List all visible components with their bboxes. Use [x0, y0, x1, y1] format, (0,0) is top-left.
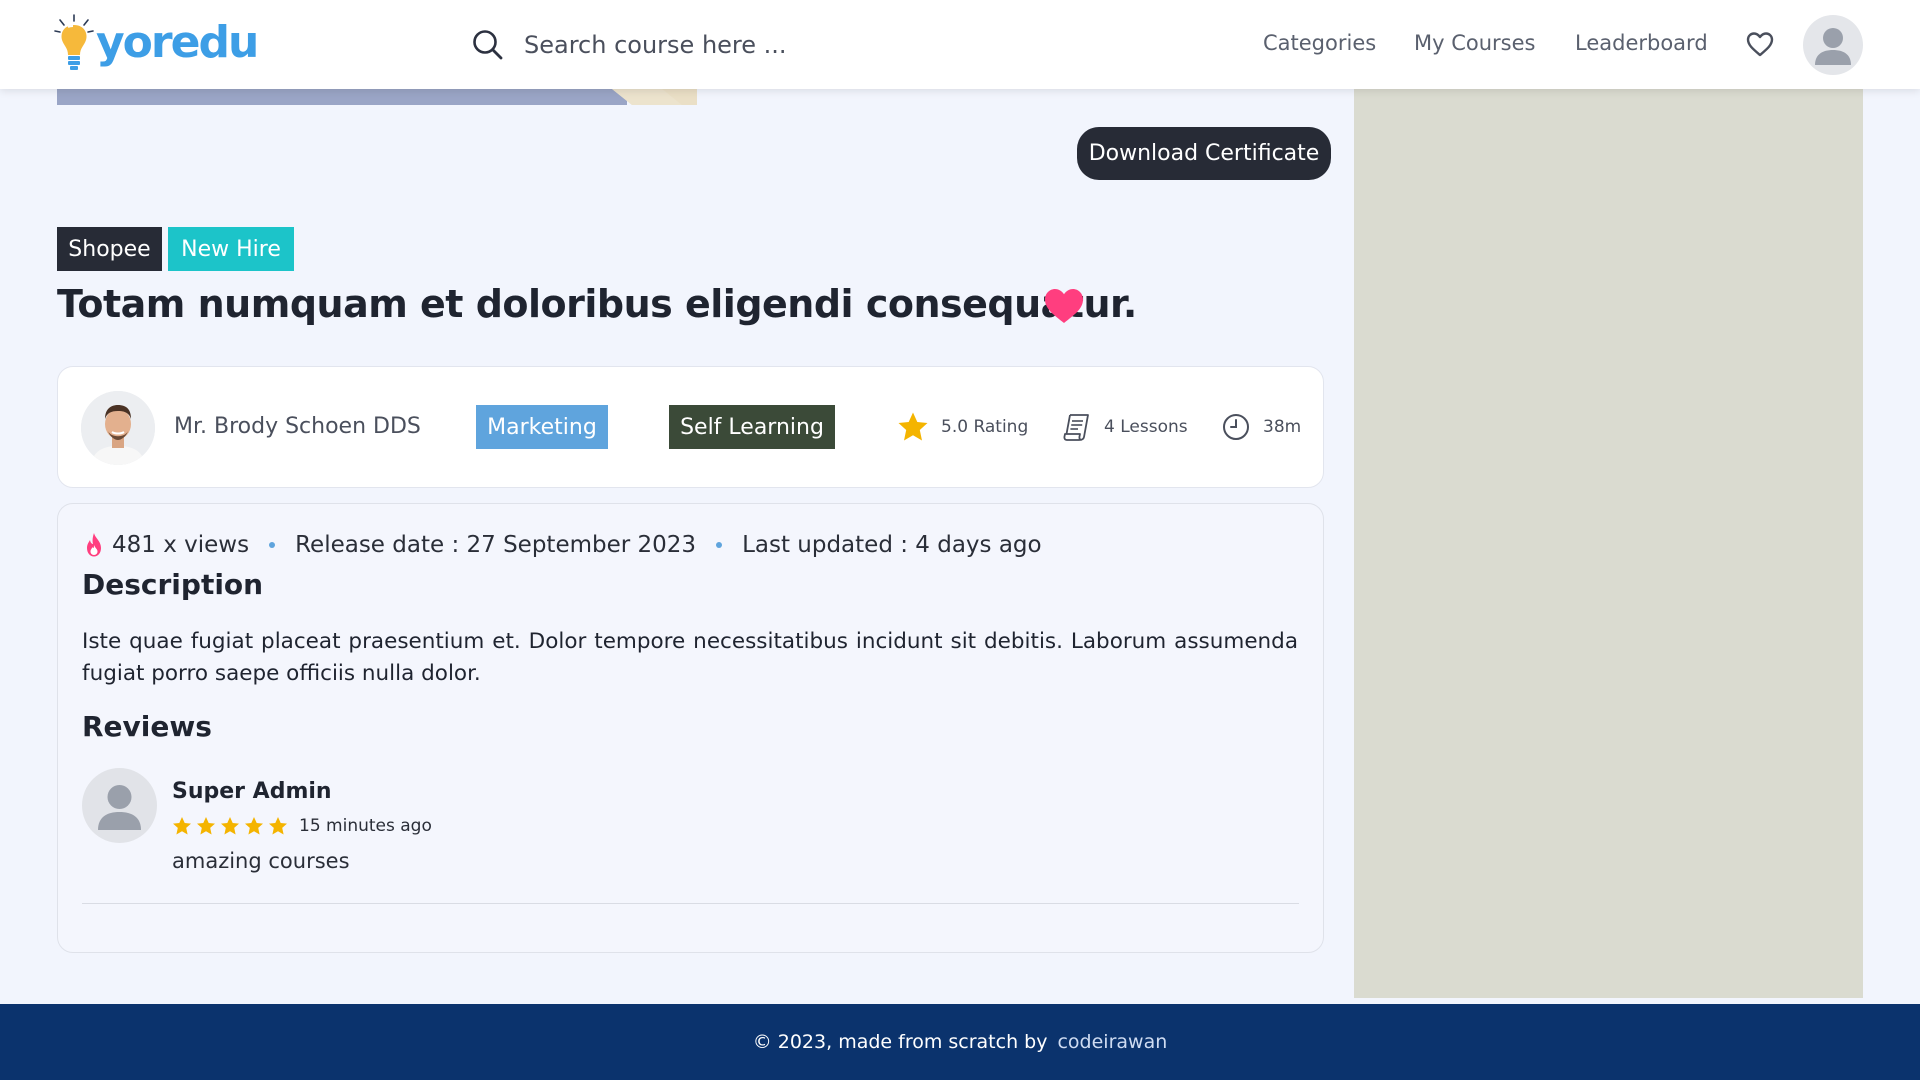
nav-leaderboard[interactable]: Leaderboard	[1575, 31, 1708, 55]
star-icon	[898, 412, 928, 441]
search-icon[interactable]	[470, 27, 506, 63]
user-avatar-icon[interactable]	[1803, 15, 1863, 75]
duration-stat: 38m	[1221, 409, 1301, 445]
video-preview-panel	[1354, 89, 1863, 998]
separator-dot	[269, 542, 276, 548]
company-tag: Shopee	[57, 227, 162, 271]
course-title: Totam numquam et doloribus eligendi cons…	[57, 282, 1137, 326]
user-silhouette-icon	[1815, 28, 1851, 65]
course-banner-edge	[57, 89, 697, 105]
brand-logo[interactable]: yoredu	[54, 13, 259, 77]
reviews-heading: Reviews	[82, 710, 212, 743]
clock-icon	[1223, 414, 1249, 440]
user-silhouette-icon	[98, 785, 141, 830]
new-hire-tag: New Hire	[168, 227, 294, 271]
last-updated-text: Last updated : 4 days ago	[742, 532, 1042, 558]
nav-categories[interactable]: Categories	[1263, 31, 1376, 55]
instructor-photo	[81, 391, 155, 465]
learning-type-badge: Self Learning	[669, 405, 835, 449]
favorite-heart-icon[interactable]	[1043, 286, 1085, 326]
search-input[interactable]	[524, 27, 1004, 63]
category-badge[interactable]: Marketing	[476, 405, 608, 449]
review-divider	[82, 903, 1299, 904]
heart-icon[interactable]	[1745, 30, 1775, 58]
review-rating-stars	[172, 815, 292, 837]
instructor-avatar	[81, 391, 155, 465]
top-navbar: yoredu Categories My Courses Leaderboard	[0, 0, 1920, 89]
footer: © 2023, made from scratch by codeirawan	[0, 1004, 1920, 1080]
course-info-row: 481 x views Release date : 27 September …	[82, 528, 1042, 562]
fire-icon	[87, 533, 101, 557]
lessons-scroll-icon	[1063, 414, 1089, 441]
rating-stat: 5.0 Rating	[897, 409, 1028, 445]
star-icon	[221, 817, 239, 835]
star-icon	[197, 817, 215, 835]
duration-text: 38m	[1263, 417, 1302, 437]
footer-text: © 2023, made from scratch by	[752, 1031, 1048, 1053]
rating-text: 5.0 Rating	[941, 417, 1029, 437]
star-icon	[245, 817, 263, 835]
logo-text: yoredu	[96, 16, 259, 68]
footer-author-link[interactable]: codeirawan	[1057, 1031, 1167, 1053]
download-certificate-button[interactable]: Download Certificate	[1077, 127, 1331, 180]
star-icon	[173, 817, 191, 835]
description-heading: Description	[82, 568, 264, 601]
review-text: amazing courses	[172, 849, 350, 873]
instructor-name[interactable]: Mr. Brody Schoen DDS	[174, 414, 421, 439]
lightbulb-icon	[54, 14, 94, 70]
description-text: Iste quae fugiat placeat praesentium et.…	[82, 629, 1298, 686]
views-text: 481 x views	[112, 532, 250, 558]
star-icon	[269, 817, 287, 835]
release-date-text: Release date : 27 September 2023	[295, 532, 697, 558]
search-bar[interactable]	[470, 25, 1030, 65]
review-time: 15 minutes ago	[299, 816, 432, 836]
separator-dot	[716, 542, 723, 548]
reviewer-avatar	[82, 768, 157, 843]
lessons-stat: 4 Lessons	[1062, 409, 1188, 445]
nav-my-courses[interactable]: My Courses	[1414, 31, 1535, 55]
reviewer-name: Super Admin	[172, 779, 332, 804]
lessons-text: 4 Lessons	[1104, 417, 1188, 437]
